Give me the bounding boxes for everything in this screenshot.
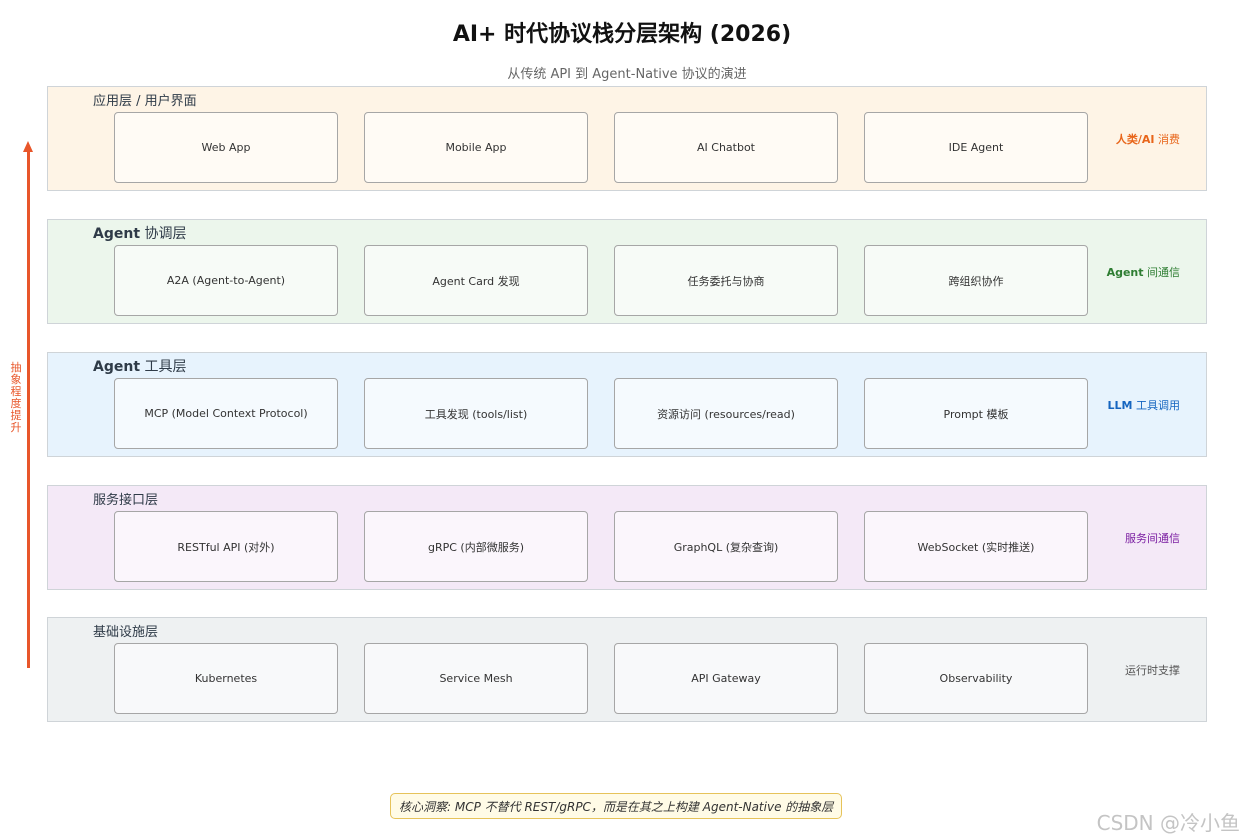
component-box: WebSocket (实时推送) bbox=[864, 511, 1088, 582]
layer-infrastructure: 基础设施层 Kubernetes Service Mesh API Gatewa… bbox=[47, 617, 1207, 722]
layer-title: 应用层 / 用户界面 bbox=[93, 94, 197, 109]
side-label-zh: 间通信 bbox=[1143, 266, 1180, 279]
component-box: A2A (Agent-to-Agent) bbox=[114, 245, 338, 316]
layer-side-label: 人类/AI 消费 bbox=[1116, 131, 1180, 147]
side-label-zh: 服务间通信 bbox=[1125, 532, 1180, 545]
component-box: API Gateway bbox=[614, 643, 838, 714]
side-label-en: 人类/AI bbox=[1115, 133, 1155, 146]
component-box: GraphQL (复杂查询) bbox=[614, 511, 838, 582]
layer-title: 服务接口层 bbox=[93, 493, 159, 508]
layer-title-en: Agent bbox=[93, 226, 141, 242]
layer-title: Agent 协调层 bbox=[93, 223, 186, 243]
layer-side-label: 运行时支撑 bbox=[1125, 662, 1180, 678]
side-label-zh: 运行时支撑 bbox=[1125, 664, 1180, 677]
component-box: RESTful API (对外) bbox=[114, 511, 338, 582]
component-box: gRPC (内部微服务) bbox=[364, 511, 588, 582]
layer-service-interface: 服务接口层 RESTful API (对外) gRPC (内部微服务) Grap… bbox=[47, 485, 1207, 590]
layer-side-label: LLM 工具调用 bbox=[1108, 397, 1180, 413]
side-label-zh: 工具调用 bbox=[1132, 399, 1180, 412]
component-box: 任务委托与协商 bbox=[614, 245, 838, 316]
component-box: 跨组织协作 bbox=[864, 245, 1088, 316]
component-box: 工具发现 (tools/list) bbox=[364, 378, 588, 449]
layer-side-label: 服务间通信 bbox=[1125, 530, 1180, 546]
side-label-en: LLM bbox=[1107, 399, 1133, 412]
layer-agent-tools: Agent 工具层 MCP (Model Context Protocol) 工… bbox=[47, 352, 1207, 457]
side-label-en: Agent bbox=[1106, 266, 1144, 279]
layer-title-zh: 工具层 bbox=[140, 359, 187, 375]
layer-side-label: Agent 间通信 bbox=[1107, 264, 1180, 280]
abstraction-arrow bbox=[27, 150, 30, 668]
component-box: Observability bbox=[864, 643, 1088, 714]
layer-title: 基础设施层 bbox=[93, 625, 159, 640]
layer-application: 应用层 / 用户界面 Web App Mobile App AI Chatbot… bbox=[47, 86, 1207, 191]
component-box: AI Chatbot bbox=[614, 112, 838, 183]
component-box: Service Mesh bbox=[364, 643, 588, 714]
layer-title-zh: 协调层 bbox=[140, 226, 187, 242]
component-box: 资源访问 (resources/read) bbox=[614, 378, 838, 449]
layer-agent-coordination: Agent 协调层 A2A (Agent-to-Agent) Agent Car… bbox=[47, 219, 1207, 324]
component-box: IDE Agent bbox=[864, 112, 1088, 183]
component-box: Agent Card 发现 bbox=[364, 245, 588, 316]
side-label-zh: 消费 bbox=[1154, 133, 1180, 146]
diagram-subtitle: 从传统 API 到 Agent-Native 协议的演进 bbox=[507, 67, 747, 82]
component-box: MCP (Model Context Protocol) bbox=[114, 378, 338, 449]
key-insight-callout: 核心洞察: MCP 不替代 REST/gRPC，而是在其之上构建 Agent-N… bbox=[390, 793, 843, 819]
layer-title-en: Agent bbox=[93, 359, 141, 375]
abstraction-axis-label: 抽象程度提升 bbox=[10, 361, 22, 434]
component-box: Web App bbox=[114, 112, 338, 183]
watermark: CSDN @冷小鱼 bbox=[1096, 811, 1240, 835]
diagram-title: AI+ 时代协议栈分层架构 (2026) bbox=[452, 22, 792, 47]
component-box: Kubernetes bbox=[114, 643, 338, 714]
component-box: Mobile App bbox=[364, 112, 588, 183]
component-box: Prompt 模板 bbox=[864, 378, 1088, 449]
layer-title: Agent 工具层 bbox=[93, 356, 186, 376]
